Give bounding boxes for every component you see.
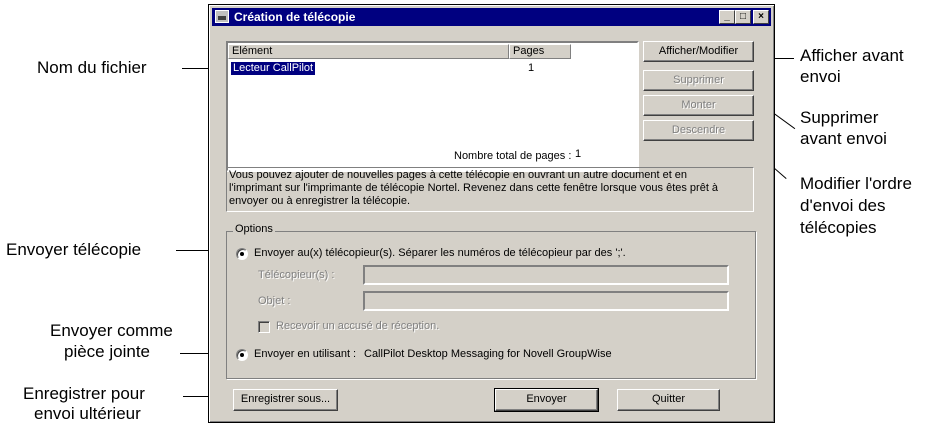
options-title: Options bbox=[233, 223, 275, 235]
maximize-button[interactable]: □ bbox=[735, 10, 751, 24]
close-button[interactable]: × bbox=[753, 10, 769, 24]
fax-number-label: Télécopieur(s) : bbox=[258, 269, 335, 281]
delete-button[interactable]: Supprimer bbox=[643, 70, 754, 91]
quit-button[interactable]: Quitter bbox=[617, 389, 720, 411]
total-pages-value: 1 bbox=[575, 148, 582, 160]
column-header-pages[interactable]: Pages bbox=[509, 44, 571, 59]
title-bar[interactable]: Création de télécopie _ □ × bbox=[212, 8, 771, 26]
view-edit-button[interactable]: Afficher/Modifier bbox=[643, 41, 754, 62]
annotation-supprimer-1: Supprimer bbox=[800, 108, 879, 127]
attachment-app-name: CallPilot Desktop Messaging for Novell G… bbox=[364, 348, 612, 360]
fax-app-icon bbox=[215, 10, 229, 23]
move-up-button[interactable]: Monter bbox=[643, 95, 754, 116]
list-item-element[interactable]: Lecteur CallPilot bbox=[231, 62, 316, 75]
annotation-envoyer-telecopie: Envoyer télécopie bbox=[6, 240, 142, 259]
save-as-button[interactable]: Enregistrer sous... bbox=[233, 389, 338, 411]
total-pages-label: Nombre total de pages : bbox=[454, 150, 572, 162]
annotation-modifier-3: télécopies bbox=[800, 218, 877, 237]
send-button[interactable]: Envoyer bbox=[494, 388, 599, 412]
move-down-label: Descendre bbox=[671, 124, 726, 136]
minimize-button[interactable]: _ bbox=[719, 10, 735, 24]
send-fax-label[interactable]: Envoyer au(x) télécopieur(s). Séparer le… bbox=[254, 247, 626, 259]
delete-label: Supprimer bbox=[673, 74, 724, 86]
receipt-checkbox[interactable] bbox=[258, 321, 270, 333]
fax-number-input[interactable] bbox=[363, 265, 729, 285]
send-fax-radio[interactable] bbox=[236, 248, 248, 260]
send-attachment-label[interactable]: Envoyer en utilisant : bbox=[254, 348, 356, 360]
move-up-label: Monter bbox=[681, 99, 716, 111]
annotation-enregistrer-1: Enregistrer pour bbox=[23, 384, 145, 403]
view-edit-label: Afficher/Modifier bbox=[658, 45, 739, 57]
send-label: Envoyer bbox=[526, 393, 567, 405]
annotation-supprimer-2: avant envoi bbox=[800, 129, 887, 148]
annotation-nom-fichier: Nom du fichier bbox=[37, 58, 147, 77]
annotation-envoyer-comme-1: Envoyer comme bbox=[50, 321, 173, 340]
fax-creation-dialog: Création de télécopie _ □ × Elément Page… bbox=[208, 4, 775, 423]
save-as-label: Enregistrer sous... bbox=[240, 393, 331, 405]
subject-input[interactable] bbox=[363, 291, 729, 311]
window-title: Création de télécopie bbox=[234, 10, 356, 24]
column-header-element[interactable]: Elément bbox=[228, 44, 509, 59]
list-item-pages: 1 bbox=[528, 62, 535, 74]
receipt-label[interactable]: Recevoir un accusé de réception. bbox=[276, 320, 439, 332]
annotation-envoyer-comme-2: pièce jointe bbox=[64, 342, 151, 361]
move-down-button[interactable]: Descendre bbox=[643, 120, 754, 141]
annotation-enregistrer-2: envoi ultérieur bbox=[34, 404, 141, 423]
quit-label: Quitter bbox=[651, 393, 685, 405]
annotation-afficher-2: envoi bbox=[800, 67, 841, 86]
annotation-afficher-1: Afficher avant bbox=[800, 46, 904, 65]
send-attachment-radio[interactable] bbox=[236, 349, 248, 361]
annotation-modifier-2: d'envoi des bbox=[800, 196, 886, 215]
subject-label: Objet : bbox=[258, 295, 291, 307]
info-text: Vous pouvez ajouter de nouvelles pages à… bbox=[226, 167, 754, 212]
annotation-modifier-1: Modifier l'ordre bbox=[800, 174, 912, 193]
